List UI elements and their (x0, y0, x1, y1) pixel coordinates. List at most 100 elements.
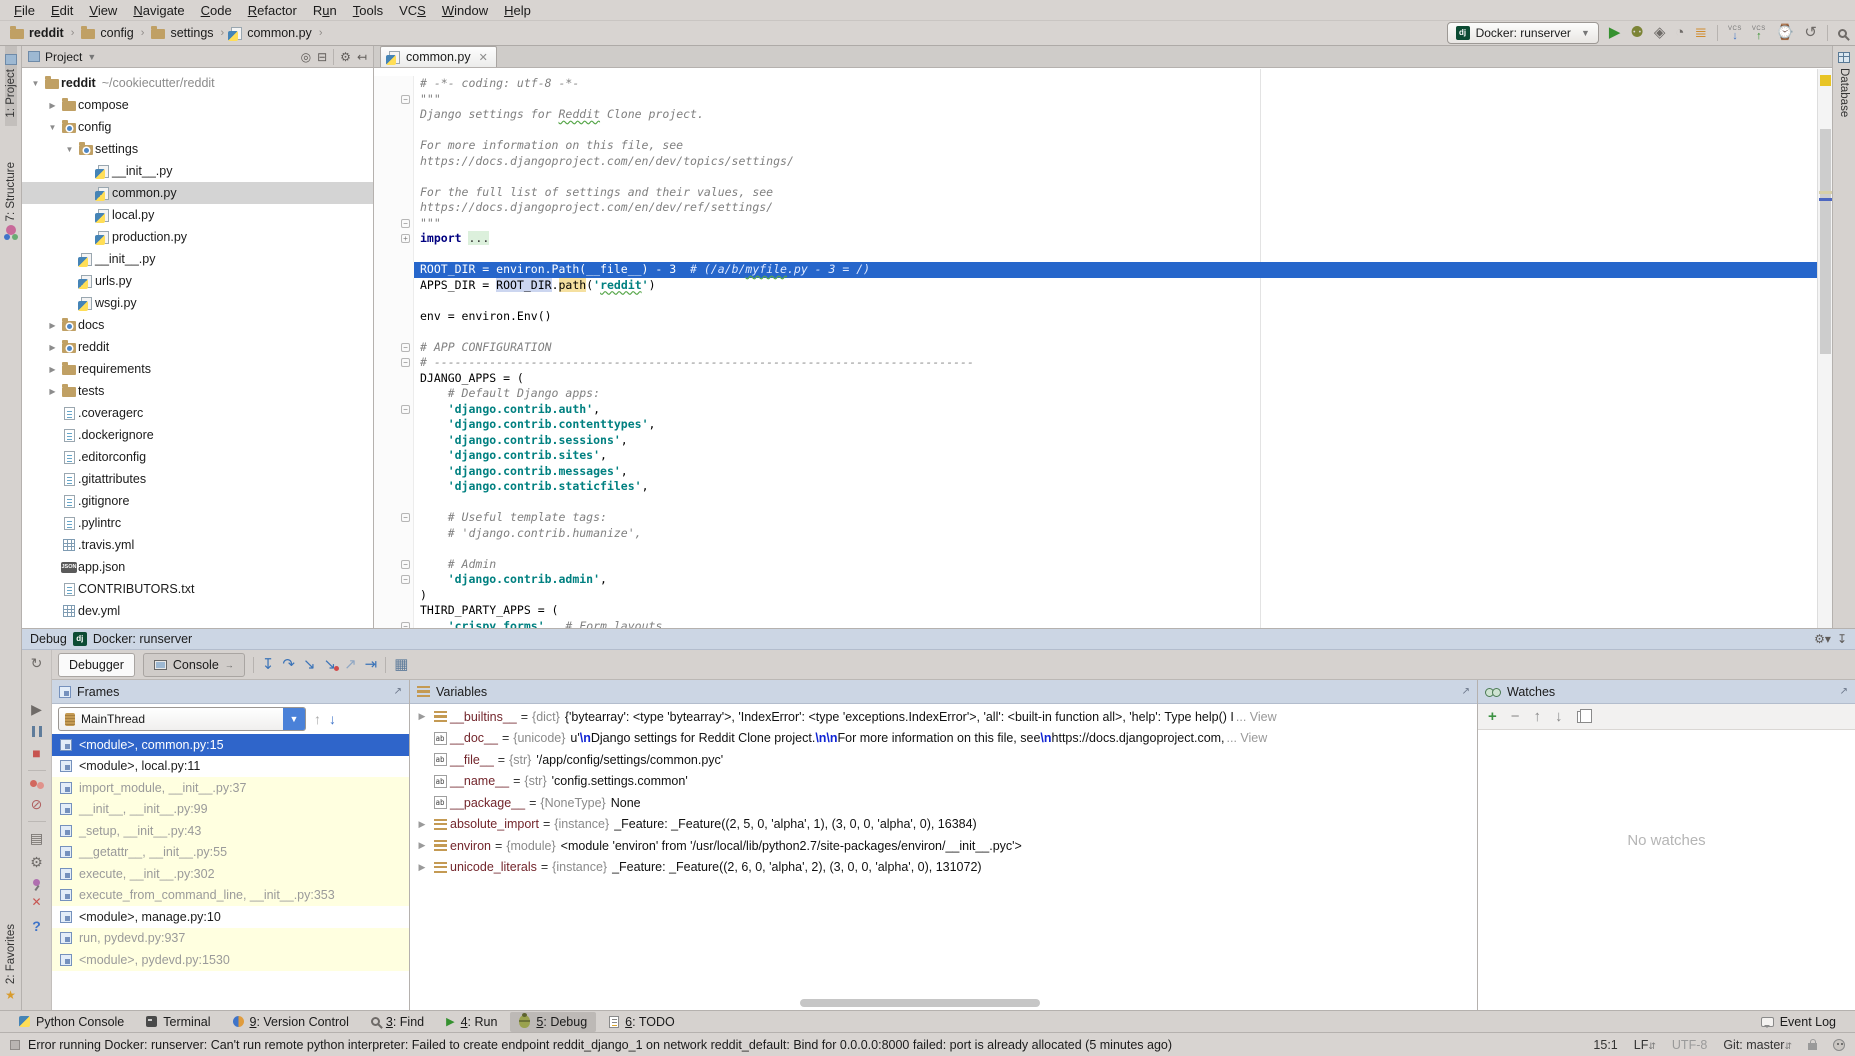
code-line[interactable]: THIRD_PARTY_APPS = ( (374, 603, 1817, 619)
tree-item-config[interactable]: ▼config (22, 116, 373, 138)
view-link[interactable]: ... View (1225, 731, 1268, 745)
chevron-right-icon[interactable]: ▶ (45, 321, 60, 330)
variable-row-environ[interactable]: ▶environ={module}<module 'environ' from … (410, 835, 1477, 857)
tree-item--gitattributes[interactable]: .gitattributes (22, 468, 373, 490)
close-icon[interactable]: ✕ (31, 895, 41, 910)
horizontal-scrollbar[interactable] (800, 999, 1040, 1007)
stack-frame-row[interactable]: <module>, pydevd.py:1530 (52, 949, 409, 971)
vcs-update-button[interactable]: VCS↓ (1728, 26, 1742, 41)
code-line[interactable]: # Default Django apps: (374, 386, 1817, 402)
tool-tab-run[interactable]: ▶4: Run (437, 1012, 506, 1032)
menu-file[interactable]: File (6, 3, 43, 18)
code-line[interactable]: APPS_DIR = ROOT_DIR.path('reddit') (374, 278, 1817, 294)
previous-frame-icon[interactable]: ↑ (314, 711, 321, 727)
tree-item-settings[interactable]: ▼settings (22, 138, 373, 160)
editor-scrollbar[interactable] (1817, 69, 1832, 628)
sidebar-tab-structure[interactable]: 7: Structure (5, 154, 17, 249)
collapse-all-icon[interactable]: ⊟ (317, 50, 327, 64)
tool-tab-debug[interactable]: 5: Debug (510, 1012, 596, 1032)
thread-selector[interactable]: MainThread ▼ (58, 707, 306, 731)
run-with-settings-button[interactable]: ≣ (1694, 25, 1707, 41)
run-configuration-selector[interactable]: Docker: runserver ▼ (1447, 22, 1599, 44)
code-line[interactable]: # Admin (374, 557, 1817, 573)
copy-icon[interactable] (1577, 711, 1587, 723)
add-watch-icon[interactable]: + (1488, 710, 1497, 724)
stack-frame-row[interactable]: execute, __init__.py:302 (52, 863, 409, 885)
menu-view[interactable]: View (81, 3, 125, 18)
variable-row-builtins[interactable]: ▶__builtins__={dict}{'bytearray': <type … (410, 706, 1477, 728)
code-line[interactable]: # -*- coding: utf-8 -*- (374, 76, 1817, 92)
tree-item-production-py[interactable]: production.py (22, 226, 373, 248)
variable-row-file[interactable]: __file__={str}'/app/config/settings/comm… (410, 749, 1477, 771)
sidebar-tab-database[interactable]: Database (1838, 68, 1850, 117)
restore-layout-icon[interactable]: ▤ (30, 831, 43, 846)
git-branch-selector[interactable]: Git: master⇵ (1723, 1038, 1792, 1052)
tree-item-reddit[interactable]: ▶reddit (22, 336, 373, 358)
code-line[interactable]: # APP CONFIGURATION (374, 340, 1817, 356)
profiler-button[interactable]: ◔ (1675, 25, 1684, 41)
code-line[interactable]: For the full list of settings and their … (374, 185, 1817, 201)
expand-arrow-icon[interactable]: ▶ (414, 819, 430, 830)
chevron-right-icon[interactable]: ▶ (45, 101, 60, 110)
event-log-button[interactable]: Event Log (1752, 1012, 1845, 1032)
sidebar-tab-favorites[interactable]: 2: Favorites ★ (5, 916, 17, 1010)
tree-item-urls-py[interactable]: urls.py (22, 270, 373, 292)
code-line[interactable]: 'django.contrib.sessions', (374, 433, 1817, 449)
menu-code[interactable]: Code (193, 3, 240, 18)
expand-arrow-icon[interactable]: ▶ (414, 862, 430, 873)
stack-frame-row[interactable]: __getattr__, __init__.py:55 (52, 842, 409, 864)
menu-run[interactable]: Run (305, 3, 345, 18)
code-line[interactable] (374, 324, 1817, 340)
breadcrumb-item[interactable]: settings (149, 26, 215, 40)
mute-breakpoints-icon[interactable]: ⊘ (31, 797, 43, 812)
run-to-cursor-icon[interactable]: ⇥ (365, 657, 378, 672)
variable-row-absoluteimport[interactable]: ▶absolute_import={instance}_Feature: _Fe… (410, 814, 1477, 836)
tree-item-tests[interactable]: ▶tests (22, 380, 373, 402)
tree-item-local-py[interactable]: local.py (22, 204, 373, 226)
code-line[interactable]: 'django.contrib.staticfiles', (374, 479, 1817, 495)
tree-item--travis-yml[interactable]: .travis.yml (22, 534, 373, 556)
step-into-icon[interactable]: ↘ (303, 657, 316, 672)
undo-button[interactable]: ↺ (1804, 25, 1817, 41)
code-line[interactable]: """ (374, 216, 1817, 232)
hide-panel-icon[interactable]: ↧ (1837, 632, 1847, 646)
menu-window[interactable]: Window (434, 3, 496, 18)
chevron-down-icon[interactable]: ▼ (62, 145, 77, 154)
close-icon[interactable]: ✕ (479, 51, 488, 64)
remove-watch-icon[interactable]: − (1511, 710, 1520, 724)
stack-frame-row[interactable]: import_module, __init__.py:37 (52, 777, 409, 799)
recent-changes-icon[interactable]: ⌚ (1776, 25, 1795, 41)
evaluate-expression-icon[interactable]: ▦ (394, 657, 408, 672)
step-over-icon[interactable]: ↷ (282, 657, 295, 672)
stack-frame-row[interactable]: run, pydevd.py:937 (52, 928, 409, 950)
breadcrumb-item[interactable]: config (79, 26, 135, 40)
code-line[interactable]: 'django.contrib.auth', (374, 402, 1817, 418)
stack-frame-row[interactable]: <module>, common.py:15 (52, 734, 409, 756)
tool-tab-python-console[interactable]: Python Console (10, 1012, 133, 1032)
code-line[interactable]: https://docs.djangoproject.com/en/dev/to… (374, 154, 1817, 170)
tree-item-app-json[interactable]: app.json (22, 556, 373, 578)
tree-item-contributors-txt[interactable]: CONTRIBUTORS.txt (22, 578, 373, 600)
scrollbar-thumb[interactable] (1820, 129, 1831, 354)
chevron-down-icon[interactable]: ▼ (28, 79, 43, 88)
tree-item-wsgi-py[interactable]: wsgi.py (22, 292, 373, 314)
code-line[interactable]: # 'django.contrib.humanize', (374, 526, 1817, 542)
code-line[interactable]: """ (374, 92, 1817, 108)
pin-tab-icon[interactable] (33, 879, 40, 886)
code-line[interactable]: 'crispy_forms', # Form layouts (374, 619, 1817, 629)
code-line[interactable] (374, 169, 1817, 185)
code-line[interactable]: # Useful template tags: (374, 510, 1817, 526)
stack-frame-row[interactable]: <module>, manage.py:10 (52, 906, 409, 928)
tree-item--coveragerc[interactable]: .coveragerc (22, 402, 373, 424)
next-frame-icon[interactable]: ↓ (329, 711, 336, 727)
code-line[interactable] (374, 541, 1817, 557)
menu-refactor[interactable]: Refactor (240, 3, 305, 18)
chevron-right-icon[interactable]: ▶ (45, 365, 60, 374)
chevron-down-icon[interactable]: ▼ (87, 52, 96, 62)
code-line[interactable] (374, 247, 1817, 263)
move-down-icon[interactable]: ↓ (1555, 710, 1563, 724)
search-everywhere-icon[interactable] (1838, 29, 1847, 38)
resume-icon[interactable]: ▶ (31, 702, 42, 717)
stack-frame-row[interactable]: <module>, local.py:11 (52, 756, 409, 778)
variable-row-doc[interactable]: __doc__={unicode}u'\nDjango settings for… (410, 728, 1477, 750)
